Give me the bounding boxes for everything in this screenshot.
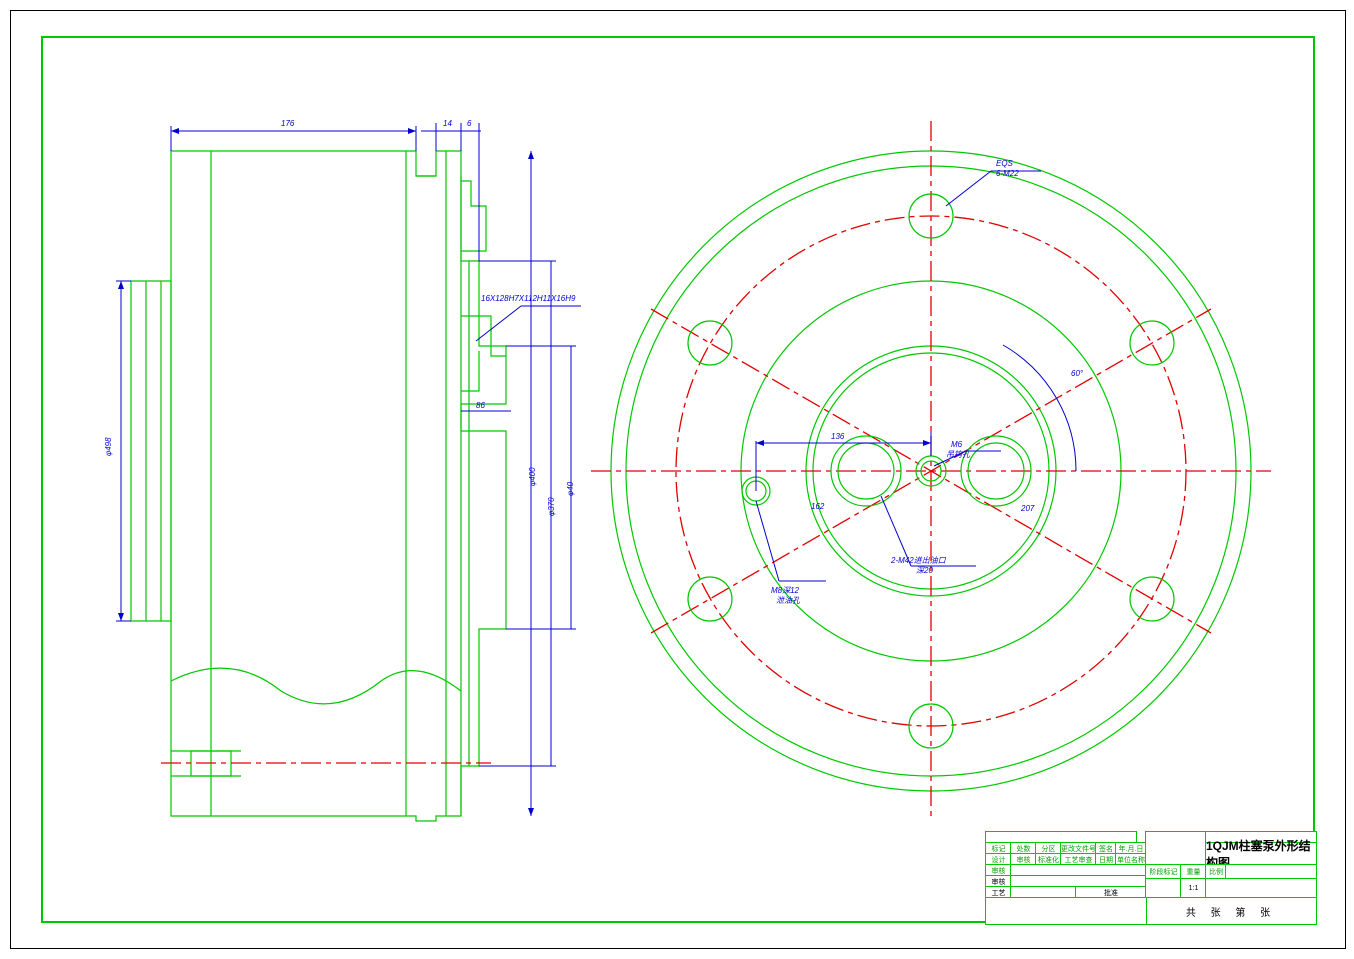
dim-phi400: φ400 <box>528 467 537 486</box>
title-block: 标记 处数 分区 更改文件号 签名 年.月.日 设计 审核 标准化 工艺审查 日… <box>985 831 1315 923</box>
callout-spline: 16X128H7X112H11X16H9 <box>481 294 576 303</box>
svg-text:6-M22: 6-M22 <box>996 169 1019 178</box>
drawing-frame: 176 14 6 φ400 φ370 φ40 φ498 86 16X128H7X… <box>10 10 1346 949</box>
dim-207: 207 <box>1020 504 1035 513</box>
dim-6: 6 <box>467 119 472 128</box>
right-front-view: 136 60° EQS 6-M22 M6 吊钩孔 2-M42进出油口 深20 M… <box>591 121 1271 821</box>
dim-angle60: 60° <box>1071 369 1084 378</box>
dim-176: 176 <box>281 119 295 128</box>
svg-text:深20: 深20 <box>916 566 933 575</box>
drawing-canvas: 176 14 6 φ400 φ370 φ40 φ498 86 16X128H7X… <box>11 11 1345 948</box>
callout-oilport: 2-M42进出油口 <box>890 556 947 565</box>
dim-phi370: φ370 <box>547 497 556 516</box>
svg-text:吊钩孔: 吊钩孔 <box>946 450 971 459</box>
svg-text:泄油孔: 泄油孔 <box>776 596 801 605</box>
dim-162: 162 <box>811 502 825 511</box>
dim-14: 14 <box>443 119 452 128</box>
callout-m8: M8深12 <box>771 586 800 595</box>
callout-m6: M6 <box>951 440 963 449</box>
dim-phi40: φ40 <box>566 481 575 496</box>
dim-86: 86 <box>476 401 485 410</box>
sheet-info: 共 张 第 张 <box>1145 897 1317 925</box>
drawing-title: 1QJM柱塞泵外形结构图 <box>1205 842 1317 866</box>
dim-136: 136 <box>831 432 845 441</box>
callout-6m22: EQS <box>996 159 1014 168</box>
left-section-view: 176 14 6 φ400 φ370 φ40 φ498 86 16X128H7X… <box>104 119 581 821</box>
dim-phi498: φ498 <box>104 437 113 456</box>
